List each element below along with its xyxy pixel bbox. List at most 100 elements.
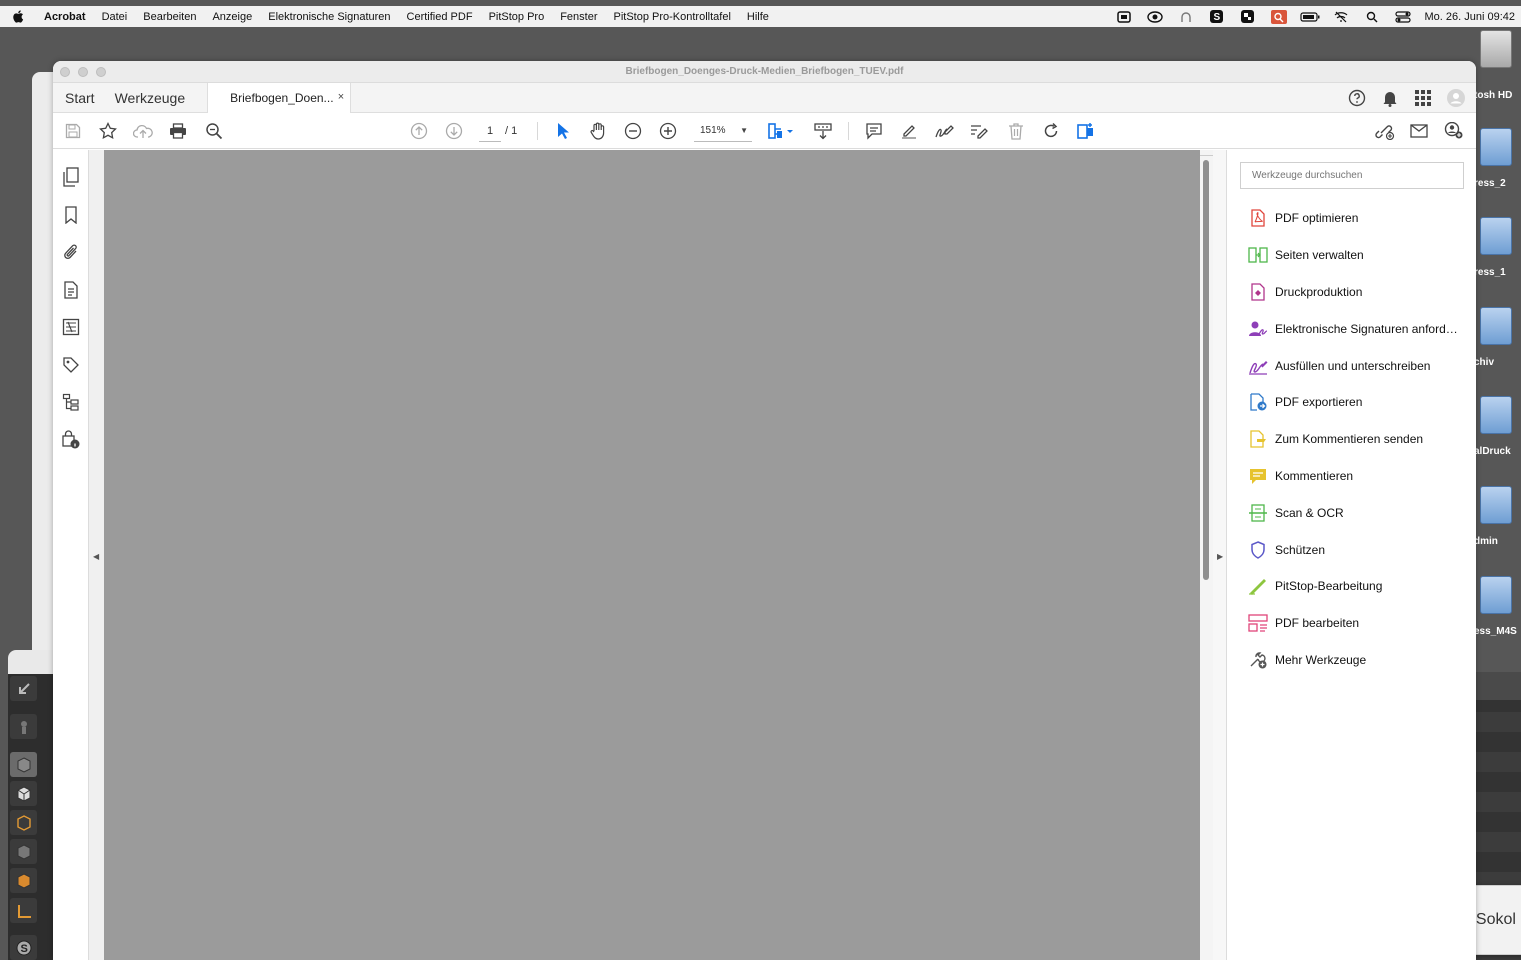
- previous-page-icon[interactable]: [409, 121, 429, 141]
- highlight-pen-icon[interactable]: [899, 121, 919, 141]
- tool-item-pitstop-edit[interactable]: PitStop-Bearbeitung: [1227, 568, 1476, 605]
- menu-elektronische-signaturen[interactable]: Elektronische Signaturen: [260, 11, 398, 23]
- 3d-poly-cube-icon[interactable]: [10, 839, 37, 864]
- 3d-s-icon[interactable]: S: [10, 935, 37, 960]
- apps-grid-icon[interactable]: [1406, 89, 1439, 106]
- tool-item-comment[interactable]: Kommentieren: [1227, 458, 1476, 495]
- menu-acrobat[interactable]: Acrobat: [36, 11, 94, 23]
- page-number-input[interactable]: 1: [479, 120, 501, 142]
- 3d-cube-icon[interactable]: [10, 752, 37, 777]
- tab-werkzeuge[interactable]: Werkzeuge: [95, 83, 208, 112]
- content-structure-icon[interactable]: [61, 392, 81, 412]
- toolbar-divider: [537, 122, 538, 140]
- zoom-in-icon[interactable]: [658, 121, 678, 141]
- menu-pitstop-kontrolltafel[interactable]: PitStop Pro-Kontrolltafel: [606, 11, 739, 23]
- scroll-mode-icon[interactable]: [813, 121, 833, 141]
- organize-pages-blue-icon[interactable]: [1076, 121, 1096, 141]
- page-display-mode-icon[interactable]: [767, 121, 797, 141]
- battery-icon[interactable]: [1294, 11, 1325, 22]
- search-app-icon[interactable]: [1263, 9, 1294, 24]
- 3d-checker-cube-icon[interactable]: [10, 781, 37, 806]
- zoom-out-icon[interactable]: [623, 121, 643, 141]
- tool-item-export-pdf[interactable]: PDF exportieren: [1227, 384, 1476, 421]
- menu-hilfe[interactable]: Hilfe: [739, 11, 777, 23]
- zoom-search-icon[interactable]: [204, 121, 224, 141]
- zoom-level-select[interactable]: 151% ▼: [694, 120, 752, 142]
- select-cursor-icon[interactable]: [553, 121, 573, 141]
- tool-item-edit-pdf[interactable]: PDF bearbeiten: [1227, 605, 1476, 642]
- tool-item-pdf-optimize[interactable]: PDF optimieren: [1227, 200, 1476, 237]
- print-icon[interactable]: [168, 121, 188, 141]
- display-status-icon[interactable]: [1108, 10, 1139, 23]
- add-comment-icon[interactable]: [864, 121, 884, 141]
- menu-pitstop-pro[interactable]: PitStop Pro: [481, 11, 553, 23]
- tool-item-scan-ocr[interactable]: Scan & OCR: [1227, 494, 1476, 531]
- tab-start[interactable]: Start: [53, 83, 95, 112]
- share-link-icon[interactable]: [1373, 121, 1395, 141]
- desktop-share-m4s[interactable]: ess_M4S: [1474, 576, 1521, 646]
- menu-datei[interactable]: Datei: [94, 11, 136, 23]
- tab-document[interactable]: Briefbogen_Doen... ×: [207, 83, 352, 113]
- desktop-share-druck[interactable]: alDruck: [1474, 396, 1521, 466]
- bookmarks-icon[interactable]: [61, 205, 81, 225]
- help-icon[interactable]: [1340, 89, 1373, 107]
- tool-item-print-production[interactable]: Druckproduktion: [1227, 274, 1476, 311]
- tool-item-fill-sign[interactable]: Ausfüllen und unterschreiben: [1227, 347, 1476, 384]
- control-center-icon[interactable]: [1387, 10, 1418, 23]
- 3d-axis-icon[interactable]: [10, 898, 37, 923]
- tool-item-request-signatures[interactable]: Elektronische Signaturen anford…: [1227, 310, 1476, 347]
- fill-sign-icon: [1247, 356, 1269, 376]
- edit-text-icon[interactable]: [969, 121, 989, 141]
- draw-signature-icon[interactable]: [934, 121, 954, 141]
- tool-item-organize-pages[interactable]: Seiten verwalten: [1227, 237, 1476, 274]
- menu-anzeige[interactable]: Anzeige: [204, 11, 260, 23]
- desktop-share-admin[interactable]: dmin: [1474, 486, 1521, 556]
- desktop-share-archiv[interactable]: chiv: [1474, 307, 1521, 377]
- 3d-edge-cube-icon[interactable]: [10, 810, 37, 835]
- 3d-tool-arrow-icon[interactable]: [10, 676, 37, 701]
- menu-fenster[interactable]: Fenster: [552, 11, 605, 23]
- hand-tool-icon[interactable]: [588, 121, 608, 141]
- email-icon[interactable]: [1409, 121, 1429, 141]
- tool-item-send-comments[interactable]: Zum Kommentieren senden: [1227, 421, 1476, 458]
- add-user-share-icon[interactable]: [1444, 121, 1464, 141]
- document-canvas[interactable]: [104, 150, 1200, 960]
- tool-item-protect-shield[interactable]: Schützen: [1227, 531, 1476, 568]
- collapse-right-panel-icon[interactable]: ▶: [1217, 552, 1223, 561]
- app-s-icon[interactable]: S: [1201, 10, 1232, 23]
- document-properties-icon[interactable]: [61, 280, 81, 300]
- layers-compare-icon[interactable]: [61, 317, 81, 337]
- desktop-drive-macintosh-hd[interactable]: tosh HD: [1474, 30, 1521, 101]
- delete-trash-icon[interactable]: [1006, 121, 1026, 141]
- desktop-share-1[interactable]: ress_1: [1474, 217, 1521, 287]
- menu-bearbeiten[interactable]: Bearbeiten: [135, 11, 204, 23]
- expand-left-panel-icon[interactable]: ◀: [93, 552, 99, 561]
- cloud-sync-icon[interactable]: [1139, 10, 1170, 23]
- menu-certified-pdf[interactable]: Certified PDF: [399, 11, 481, 23]
- upload-cloud-icon[interactable]: [133, 121, 153, 141]
- app-grid-icon[interactable]: [1232, 10, 1263, 23]
- menubar-clock[interactable]: Mo. 26. Juni 09:42: [1418, 11, 1518, 23]
- spotlight-search-icon[interactable]: [1356, 11, 1387, 23]
- rotate-icon[interactable]: [1041, 121, 1061, 141]
- user-profile-icon[interactable]: [1439, 88, 1472, 108]
- tool-item-more-tools[interactable]: Mehr Werkzeuge: [1227, 642, 1476, 679]
- airplay-audio-icon[interactable]: [1170, 11, 1201, 23]
- security-info-icon[interactable]: [61, 430, 81, 450]
- attachments-paperclip-icon[interactable]: [61, 242, 81, 262]
- apple-menu-icon[interactable]: [0, 10, 36, 23]
- 3d-solid-cube-icon[interactable]: [10, 868, 37, 893]
- close-tab-icon[interactable]: ×: [338, 91, 344, 103]
- notifications-bell-icon[interactable]: [1373, 89, 1406, 107]
- tools-search-input[interactable]: [1240, 162, 1464, 189]
- vertical-scrollbar[interactable]: [1200, 150, 1213, 960]
- bookmark-star-icon[interactable]: [98, 121, 118, 141]
- desktop-share-2[interactable]: ress_2: [1474, 128, 1521, 198]
- wifi-off-icon[interactable]: [1325, 11, 1356, 23]
- tags-icon[interactable]: [61, 355, 81, 375]
- scrollbar-thumb[interactable]: [1203, 160, 1209, 580]
- page-thumbnails-icon[interactable]: [61, 167, 81, 187]
- save-icon[interactable]: [63, 121, 83, 141]
- next-page-icon[interactable]: [444, 121, 464, 141]
- 3d-tool-figure-icon[interactable]: [10, 714, 37, 739]
